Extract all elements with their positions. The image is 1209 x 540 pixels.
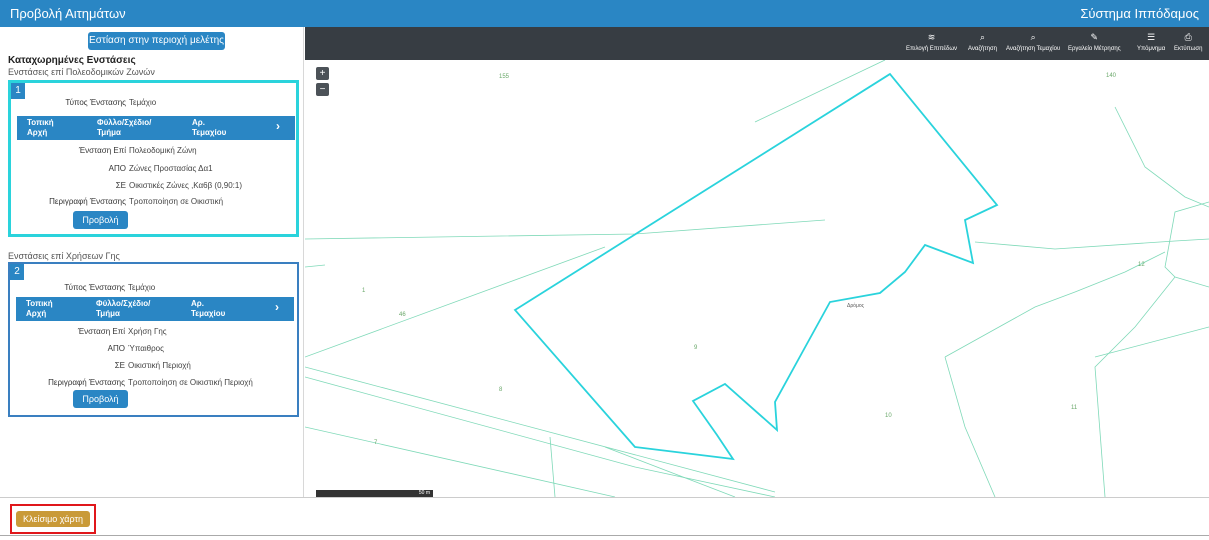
close-map-highlight: Κλείσιμο χάρτη [10, 504, 96, 534]
search-icon: ⌕ [1030, 32, 1036, 42]
page-title: Προβολή Αιτημάτων [10, 6, 126, 21]
tool-label: Αναζήτηση [968, 46, 997, 52]
footer-divider [0, 535, 1209, 536]
tool-label: Υπόμνημα [1137, 46, 1166, 52]
parcel-label: 10 [885, 413, 892, 419]
parcel-table-header[interactable]: Τοπική Αρχή Φύλλο/Σχέδιο/ Τμήμα Αρ. Τεμα… [16, 297, 294, 321]
parcel-table-header[interactable]: Τοπική Αρχή Φύλλο/Σχέδιο/ Τμήμα Αρ. Τεμα… [17, 116, 295, 140]
from-value: Ζώνες Προστασίας Δα1 [129, 164, 213, 173]
description-row: Περιγραφή Ένστασης Τροποποίηση σε Οικιστ… [11, 197, 296, 209]
type-row: Τύπος Ένστασης Τεμάχιο [10, 283, 295, 295]
to-value: Οικιστική Περιοχή [128, 361, 191, 370]
on-label: Ένσταση Επί [77, 327, 125, 336]
from-row: ΑΠΟ Ζώνες Προστασίας Δα1 [11, 164, 296, 176]
tool-layers[interactable]: ≋ Επιλογή Επιπέδων [906, 32, 957, 52]
description-label: Περιγραφή Ένστασης [49, 197, 126, 206]
search-icon: ⌕ [979, 32, 986, 42]
close-map-button[interactable]: Κλείσιμο χάρτη [16, 511, 90, 527]
chevron-right-icon[interactable]: › [275, 301, 279, 313]
tool-parcel-search[interactable]: ⌕ Αναζήτηση Τεμαχίου [1006, 32, 1060, 52]
type-label: Τύπος Ένστασης [64, 283, 125, 292]
map-canvas[interactable] [305, 27, 1209, 497]
objection-on-row: Ένσταση Επί Πολεοδομική Ζώνη [11, 146, 296, 158]
from-row: ΑΠΟ Ύπαιθρος [10, 344, 295, 356]
to-row: ΣΕ Οικιστική Περιοχή [10, 361, 295, 373]
parcel-label: 8 [499, 387, 503, 393]
description-value: Τροποποίηση σε Οικιστική [129, 197, 224, 206]
col-authority: Τοπική Αρχή [26, 299, 53, 318]
system-name: Σύστημα Ιππόδαμος [1080, 6, 1199, 21]
card-number: 1 [11, 83, 25, 99]
col-sheet: Φύλλο/Σχέδιο/ Τμήμα [97, 118, 152, 137]
view-button[interactable]: Προβολή [73, 211, 128, 229]
description-label: Περιγραφή Ένστασης [48, 378, 125, 387]
objection-card: 1 Τύπος Ένστασης Τεμάχιο Τοπική Αρχή Φύλ… [8, 80, 299, 237]
description-value: Τροποποίηση σε Οικιστική Περιοχή [128, 378, 253, 387]
col-parcel: Αρ. Τεμαχίου [192, 118, 227, 137]
parcel-lines [305, 59, 1209, 497]
ruler-icon: ✎ [1090, 32, 1099, 42]
tool-legend[interactable]: ☰ Υπόμνημα [1137, 32, 1165, 52]
map-toolbar: ≋ Επιλογή Επιπέδων ⌕ Αναζήτηση ⌕ Αναζήτηση … [305, 27, 1209, 60]
focus-study-area-button[interactable]: Εστίαση στην περιοχή μελέτης [88, 32, 225, 50]
to-label: ΣΕ [115, 181, 126, 190]
zoom-out-button[interactable]: − [316, 83, 329, 96]
parcel-label: 155 [499, 74, 510, 80]
view-button[interactable]: Προβολή [73, 390, 128, 408]
chevron-right-icon[interactable]: › [276, 120, 280, 132]
col-authority: Τοπική Αρχή [27, 118, 54, 137]
tool-search[interactable]: ⌕ Αναζήτηση [968, 32, 997, 52]
parcel-label: 12 [1138, 262, 1145, 268]
tool-print[interactable]: ⎙ Εκτύπωση [1174, 32, 1202, 52]
layers-icon: ≋ [927, 32, 936, 42]
to-value: Οικιστικές Ζώνες ,Κα6β (0,90:1) [129, 181, 243, 190]
zoom-in-button[interactable]: + [316, 67, 329, 80]
from-value: Ύπαιθρος [128, 344, 164, 353]
objections-panel: Εστίαση στην περιοχή μελέτης Καταχωρημέν… [3, 27, 304, 497]
parcel-label: 1 [362, 288, 366, 294]
parcel-label: 9 [694, 345, 698, 351]
parcel-label: 140 [1106, 73, 1117, 79]
tool-label: Επιλογή Επιπέδων [906, 46, 958, 52]
objection-card: 2 Τύπος Ένστασης Τεμάχιο Τοπική Αρχή Φύλ… [8, 262, 299, 417]
col-sheet: Φύλλο/Σχέδιο/ Τμήμα [96, 299, 151, 318]
tool-label: Εκτύπωση [1174, 46, 1203, 52]
group-title-zones: Ενστάσεις επί Πολεοδομικών Ζωνών [8, 67, 155, 77]
card-number: 2 [10, 264, 24, 280]
study-area-boundary [513, 72, 999, 461]
to-row: ΣΕ Οικιστικές Ζώνες ,Κα6β (0,90:1) [11, 181, 296, 193]
parcel-label: 46 [399, 312, 406, 318]
group-title-land-use: Ενστάσεις επί Χρήσεων Γης [8, 251, 120, 261]
legend-icon: ☰ [1147, 32, 1156, 42]
section-title: Καταχωρημένες Ενστάσεις [8, 55, 136, 66]
tool-measure[interactable]: ✎ Εργαλείο Μέτρησης [1068, 32, 1121, 52]
from-label: ΑΠΟ [107, 344, 125, 353]
road-label: Δρόμος [847, 303, 865, 309]
to-label: ΣΕ [114, 361, 125, 370]
objection-on-row: Ένσταση Επί Χρήση Γης [10, 327, 295, 339]
description-row: Περιγραφή Ένστασης Τροποποίηση σε Οικιστ… [10, 378, 295, 390]
type-label: Τύπος Ένστασης [65, 98, 126, 107]
on-value: Πολεοδομική Ζώνη [129, 146, 197, 155]
tool-label: Αναζήτηση Τεμαχίου [1006, 46, 1061, 52]
type-value: Τεμάχιο [128, 283, 156, 292]
from-label: ΑΠΟ [108, 164, 126, 173]
scale-bar: 50 m [316, 490, 433, 497]
footer-bar: Κλείσιμο χάρτη [0, 497, 1209, 540]
type-value: Τεμάχιο [129, 98, 157, 107]
app-header: Προβολή Αιτημάτων Σύστημα Ιππόδαμος [0, 0, 1209, 27]
tool-label: Εργαλείο Μέτρησης [1068, 46, 1121, 52]
parcel-label: 7 [374, 440, 378, 446]
map-view[interactable]: ≋ Επιλογή Επιπέδων ⌕ Αναζήτηση ⌕ Αναζήτηση … [305, 27, 1209, 497]
type-row: Τύπος Ένστασης Τεμάχιο [11, 98, 296, 110]
col-parcel: Αρ. Τεμαχίου [191, 299, 226, 318]
print-icon: ⎙ [1184, 32, 1192, 42]
on-label: Ένσταση Επί [78, 146, 126, 155]
parcel-label: 11 [1071, 405, 1078, 411]
on-value: Χρήση Γης [128, 327, 167, 336]
